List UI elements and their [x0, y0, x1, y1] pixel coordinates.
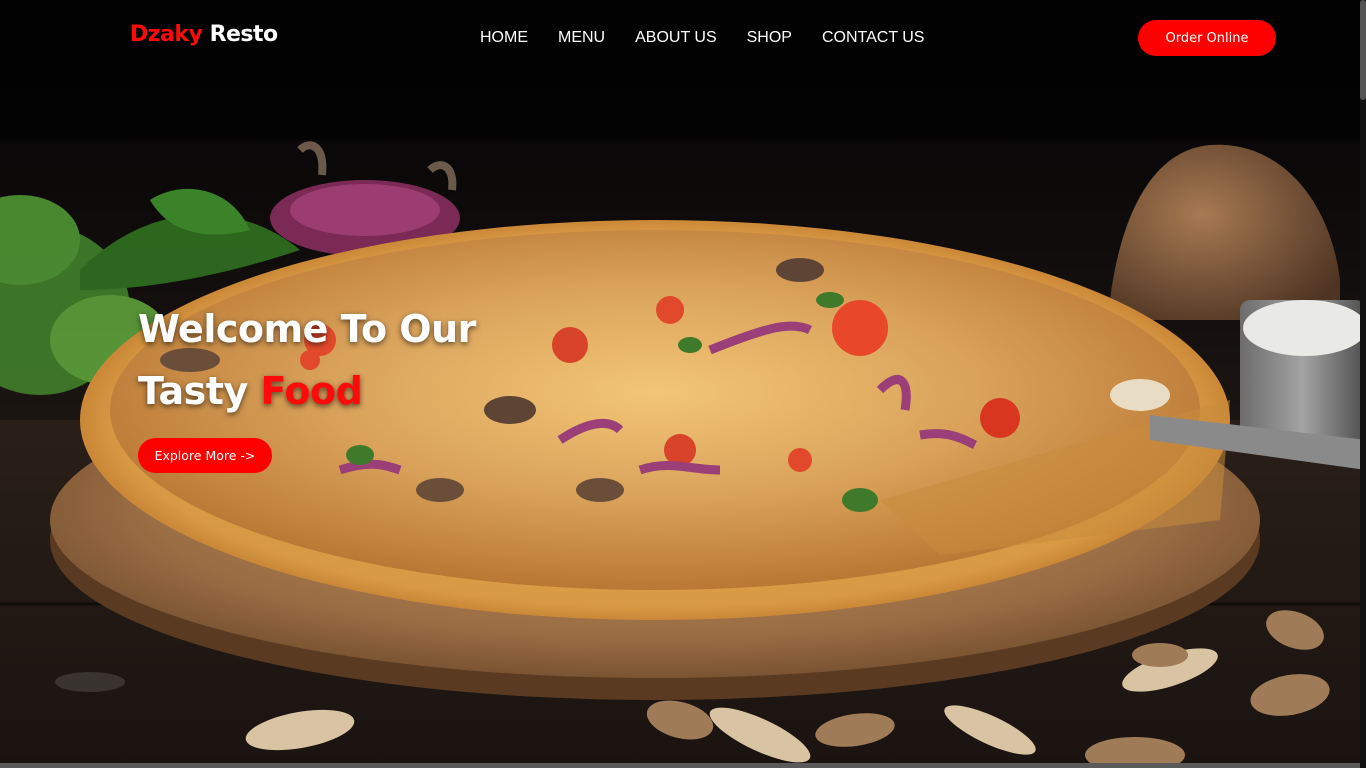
scrollbar-thumb[interactable] [1360, 0, 1366, 100]
explore-more-button[interactable]: Explore More -> [138, 438, 272, 473]
nav-item-menu[interactable]: MENU [558, 28, 605, 48]
hero-section: Dzaky Resto HOME MENU ABOUT US SHOP CONT… [0, 0, 1366, 768]
nav-item-shop[interactable]: SHOP [747, 28, 792, 48]
nav-item-home[interactable]: HOME [480, 28, 528, 48]
nav-menu: HOME MENU ABOUT US SHOP CONTACT US [480, 28, 954, 48]
navbar: Dzaky Resto HOME MENU ABOUT US SHOP CONT… [0, 0, 1366, 76]
brand-name-part2: Resto [209, 22, 279, 47]
hero-title: Welcome To Our Tasty Food [138, 298, 476, 422]
nav-item-contact-us[interactable]: CONTACT US [822, 28, 925, 48]
brand-logo[interactable]: Dzaky Resto [130, 22, 278, 47]
hero-title-line2-accent: Food [260, 369, 363, 413]
hero-text-block: Welcome To Our Tasty Food Explore More -… [138, 298, 476, 473]
hero-title-line2-plain: Tasty [138, 369, 248, 413]
nav-item-about-us[interactable]: ABOUT US [635, 28, 717, 48]
hero-title-line1: Welcome To Our [138, 307, 476, 351]
horizontal-scrollbar[interactable] [0, 763, 1360, 768]
brand-name-part1: Dzaky [130, 22, 203, 47]
order-online-button[interactable]: Order Online [1138, 20, 1276, 56]
page-scrollbar[interactable] [1360, 0, 1366, 768]
